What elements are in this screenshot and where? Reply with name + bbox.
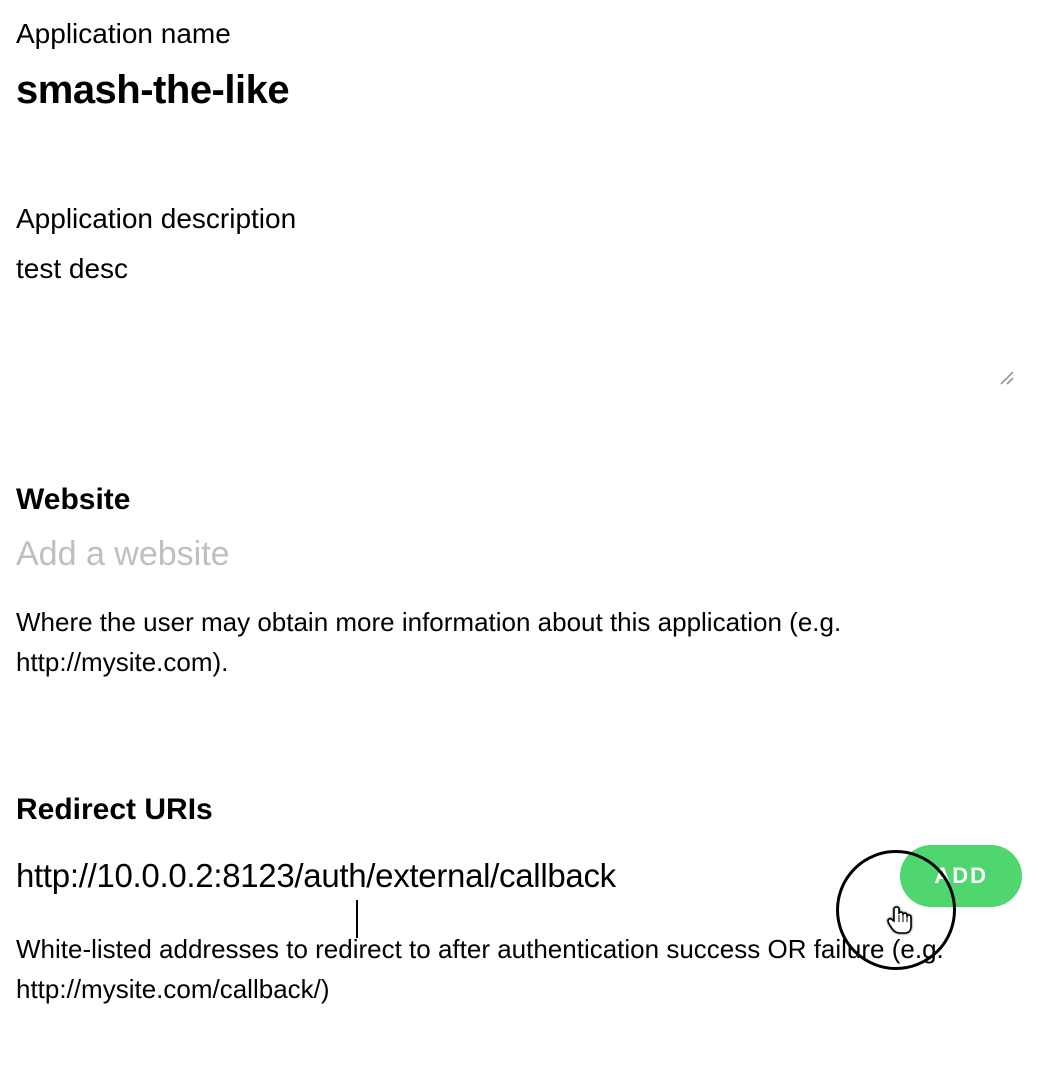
redirect-uris-heading: Redirect URIs <box>16 793 1022 827</box>
application-description-section: Application description test desc <box>16 203 1022 393</box>
redirect-uri-row: ADD <box>16 845 1022 907</box>
text-caret-icon <box>356 900 358 938</box>
redirect-helper-text: White-listed addresses to redirect to af… <box>16 929 1022 1010</box>
add-button[interactable]: ADD <box>900 845 1022 907</box>
website-section: Website Where the user may obtain more i… <box>16 483 1022 683</box>
redirect-uris-section: Redirect URIs ADD White-listed addresses… <box>16 793 1022 1010</box>
application-name-label: Application name <box>16 18 1022 50</box>
application-description-value: test desc <box>16 253 1022 285</box>
application-name-value[interactable]: smash-the-like <box>16 68 1022 113</box>
resize-handle-icon[interactable] <box>998 369 1014 385</box>
website-heading: Website <box>16 483 1022 517</box>
application-name-section: Application name smash-the-like <box>16 18 1022 113</box>
redirect-uri-input[interactable] <box>16 857 880 895</box>
website-helper-text: Where the user may obtain more informati… <box>16 602 1022 683</box>
application-description-textarea[interactable]: test desc <box>16 253 1022 393</box>
application-description-label: Application description <box>16 203 1022 235</box>
website-input[interactable] <box>16 535 1022 574</box>
